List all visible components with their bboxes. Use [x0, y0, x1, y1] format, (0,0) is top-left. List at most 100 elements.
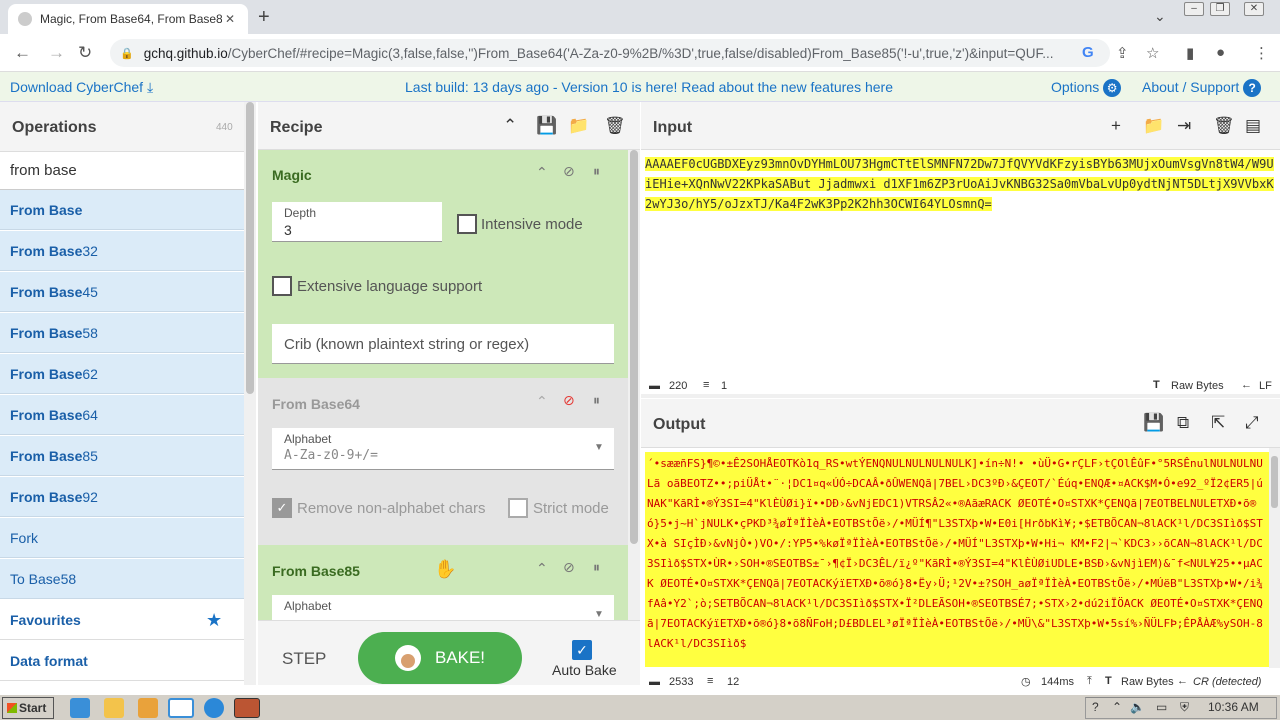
breakpoint-icon[interactable]: ⏸ — [593, 559, 600, 576]
operations-search-input[interactable] — [0, 152, 244, 190]
add-tab-icon[interactable]: + — [1111, 116, 1121, 136]
op-to-base58[interactable]: To Base58 — [0, 559, 244, 599]
start-button[interactable]: Start — [2, 697, 54, 719]
breakpoint-icon[interactable]: ⏸ — [593, 392, 600, 409]
output-status-bar: ▬ 2533 ≡ 12 ◷ 144ms ⤒ T Raw Bytes ← CR (… — [641, 674, 1280, 694]
operations-pane: Operations 440 From Base From Base32 Fro… — [0, 102, 256, 685]
input-textarea[interactable]: AAAAEF0cUGBDXEyz93mnOvDYHmLOU73HgmCTtElS… — [645, 154, 1275, 214]
output-scrollbar[interactable] — [1269, 448, 1280, 668]
volume-icon[interactable]: 🔈 — [1130, 700, 1145, 714]
restore-icon[interactable]: ❐ — [1210, 2, 1230, 16]
clear-input-icon[interactable]: 🗑 — [1213, 116, 1235, 136]
magic-wand-icon[interactable]: ⤒ — [1087, 675, 1092, 688]
save-recipe-icon[interactable]: 💾 — [536, 116, 557, 136]
load-recipe-icon[interactable]: 📁 — [568, 116, 589, 136]
output-encoding[interactable]: Raw Bytes — [1121, 676, 1174, 688]
layout-icon[interactable]: ▤ — [1245, 116, 1261, 136]
collapse-all-icon[interactable]: ⌃ — [503, 116, 517, 136]
chevron-up-icon[interactable]: ⌃ — [1112, 700, 1122, 714]
close-window-icon[interactable]: ✕ — [1244, 2, 1264, 16]
url-field[interactable]: 🔒 gchq.github.io/CyberChef/#recipe=Magic… — [110, 39, 1110, 67]
op-from-base64[interactable]: From Base64 — [0, 395, 244, 435]
back-icon[interactable]: ← — [14, 43, 31, 63]
op-from-base[interactable]: From Base — [0, 190, 244, 230]
op-from-base58[interactable]: From Base58 — [0, 313, 244, 353]
about-label: About / Support — [1142, 79, 1240, 95]
alphabet-select[interactable]: Alphabet A-Za-z0-9+/= ▼ — [272, 428, 614, 470]
clear-recipe-icon[interactable]: 🗑 — [604, 116, 626, 136]
op-from-base62[interactable]: From Base62 — [0, 354, 244, 394]
intensive-mode-checkbox[interactable] — [457, 214, 477, 234]
winrar-icon[interactable] — [234, 698, 260, 718]
remove-nonalphabet-checkbox[interactable]: ✓ — [272, 498, 292, 518]
bookmark-star-icon[interactable]: ☆ — [1146, 44, 1159, 62]
forward-icon[interactable]: → — [48, 43, 65, 63]
about-support-link[interactable]: About / Support ? — [1142, 79, 1262, 98]
input-eol[interactable]: LF — [1259, 380, 1272, 392]
depth-label: Depth — [284, 206, 317, 220]
new-tab-icon[interactable]: + — [258, 6, 270, 29]
share-icon[interactable]: ⇪ — [1116, 44, 1129, 62]
category-favourites[interactable]: Favourites ★ — [0, 600, 244, 640]
scrollbar-thumb[interactable] — [246, 102, 254, 394]
help-tray-icon[interactable]: ? — [1092, 700, 1099, 714]
edge-icon[interactable] — [204, 698, 224, 718]
chrome-icon[interactable] — [168, 698, 194, 718]
profile-avatar-icon[interactable]: ● — [1216, 44, 1225, 61]
op-label: From Base — [10, 284, 83, 300]
disabled-step-icon[interactable]: ⊘ — [563, 392, 575, 409]
output-textarea[interactable]: ´•sææñFS}¶©•±Ê2SOHÅEOTKò1q_RS•wtÝENQNULN… — [645, 452, 1269, 667]
side-panel-icon[interactable]: ▮ — [1186, 44, 1194, 62]
recipe-scrollbar[interactable] — [628, 150, 640, 620]
disable-step-icon[interactable]: ⊘ — [563, 559, 575, 576]
step-button[interactable]: STEP — [282, 649, 326, 669]
alphabet-select[interactable]: Alphabet ▼ — [272, 595, 614, 620]
open-file-icon[interactable]: ⇥ — [1177, 116, 1191, 136]
save-output-icon[interactable]: 💾 — [1143, 413, 1164, 433]
menu-kebab-icon[interactable]: ⋮ — [1254, 44, 1269, 62]
open-folder-icon[interactable]: 📁 — [1143, 116, 1164, 136]
network-icon[interactable]: ▭ — [1156, 700, 1167, 714]
operations-scrollbar[interactable] — [244, 102, 256, 685]
text-format-icon[interactable]: T — [1153, 379, 1160, 391]
folder-icon[interactable] — [104, 698, 124, 718]
extensive-language-checkbox[interactable] — [272, 276, 292, 296]
bake-button[interactable]: BAKE! — [358, 632, 522, 684]
op-from-base92[interactable]: From Base92 — [0, 477, 244, 517]
scrollbar-thumb[interactable] — [1271, 456, 1278, 508]
category-data-format[interactable]: Data format — [0, 641, 244, 681]
ie-icon[interactable] — [70, 698, 90, 718]
output-eol[interactable]: CR (detected) — [1193, 676, 1261, 688]
text-format-icon[interactable]: T — [1105, 675, 1112, 687]
media-icon[interactable] — [138, 698, 158, 718]
options-link[interactable]: Options ⚙ — [1051, 79, 1122, 98]
scrollbar-thumb[interactable] — [630, 150, 638, 544]
depth-field[interactable]: Depth 3 — [272, 202, 442, 242]
auto-bake-checkbox[interactable]: ✓ — [572, 640, 592, 660]
minimize-icon[interactable]: – — [1184, 2, 1204, 16]
collapse-step-icon[interactable]: ⌃ — [536, 560, 548, 577]
replace-input-icon[interactable]: ⇱ — [1211, 413, 1225, 433]
strict-mode-checkbox[interactable] — [508, 498, 528, 518]
download-cyberchef-link[interactable]: Download CyberChef ⤓ — [10, 79, 153, 96]
pane-divider[interactable] — [641, 394, 1280, 398]
disable-step-icon[interactable]: ⊘ — [563, 163, 575, 180]
op-fork[interactable]: Fork — [0, 518, 244, 558]
copy-output-icon[interactable]: ⧉ — [1177, 413, 1189, 433]
crib-input[interactable]: Crib (known plaintext string or regex) — [272, 324, 614, 364]
collapse-step-icon[interactable]: ⌃ — [536, 393, 548, 410]
tab-search-chevron-icon[interactable]: ⌄ — [1154, 8, 1166, 25]
op-from-base85[interactable]: From Base85 — [0, 436, 244, 476]
op-from-base32[interactable]: From Base32 — [0, 231, 244, 271]
google-lens-icon[interactable]: G — [1082, 44, 1094, 61]
op-from-base45[interactable]: From Base45 — [0, 272, 244, 312]
breakpoint-icon[interactable]: ⏸ — [593, 163, 600, 180]
close-tab-icon[interactable]: ✕ — [222, 12, 238, 26]
browser-tab[interactable]: Magic, From Base64, From Base85 - ✕ — [8, 4, 248, 34]
shield-tray-icon[interactable]: ⛨ — [1180, 700, 1189, 715]
build-notice-link[interactable]: Last build: 13 days ago - Version 10 is … — [405, 79, 893, 95]
maximise-output-icon[interactable]: ⤢ — [1245, 413, 1259, 433]
reload-icon[interactable]: ↻ — [78, 43, 92, 63]
input-encoding[interactable]: Raw Bytes — [1171, 380, 1224, 392]
collapse-step-icon[interactable]: ⌃ — [536, 164, 548, 181]
